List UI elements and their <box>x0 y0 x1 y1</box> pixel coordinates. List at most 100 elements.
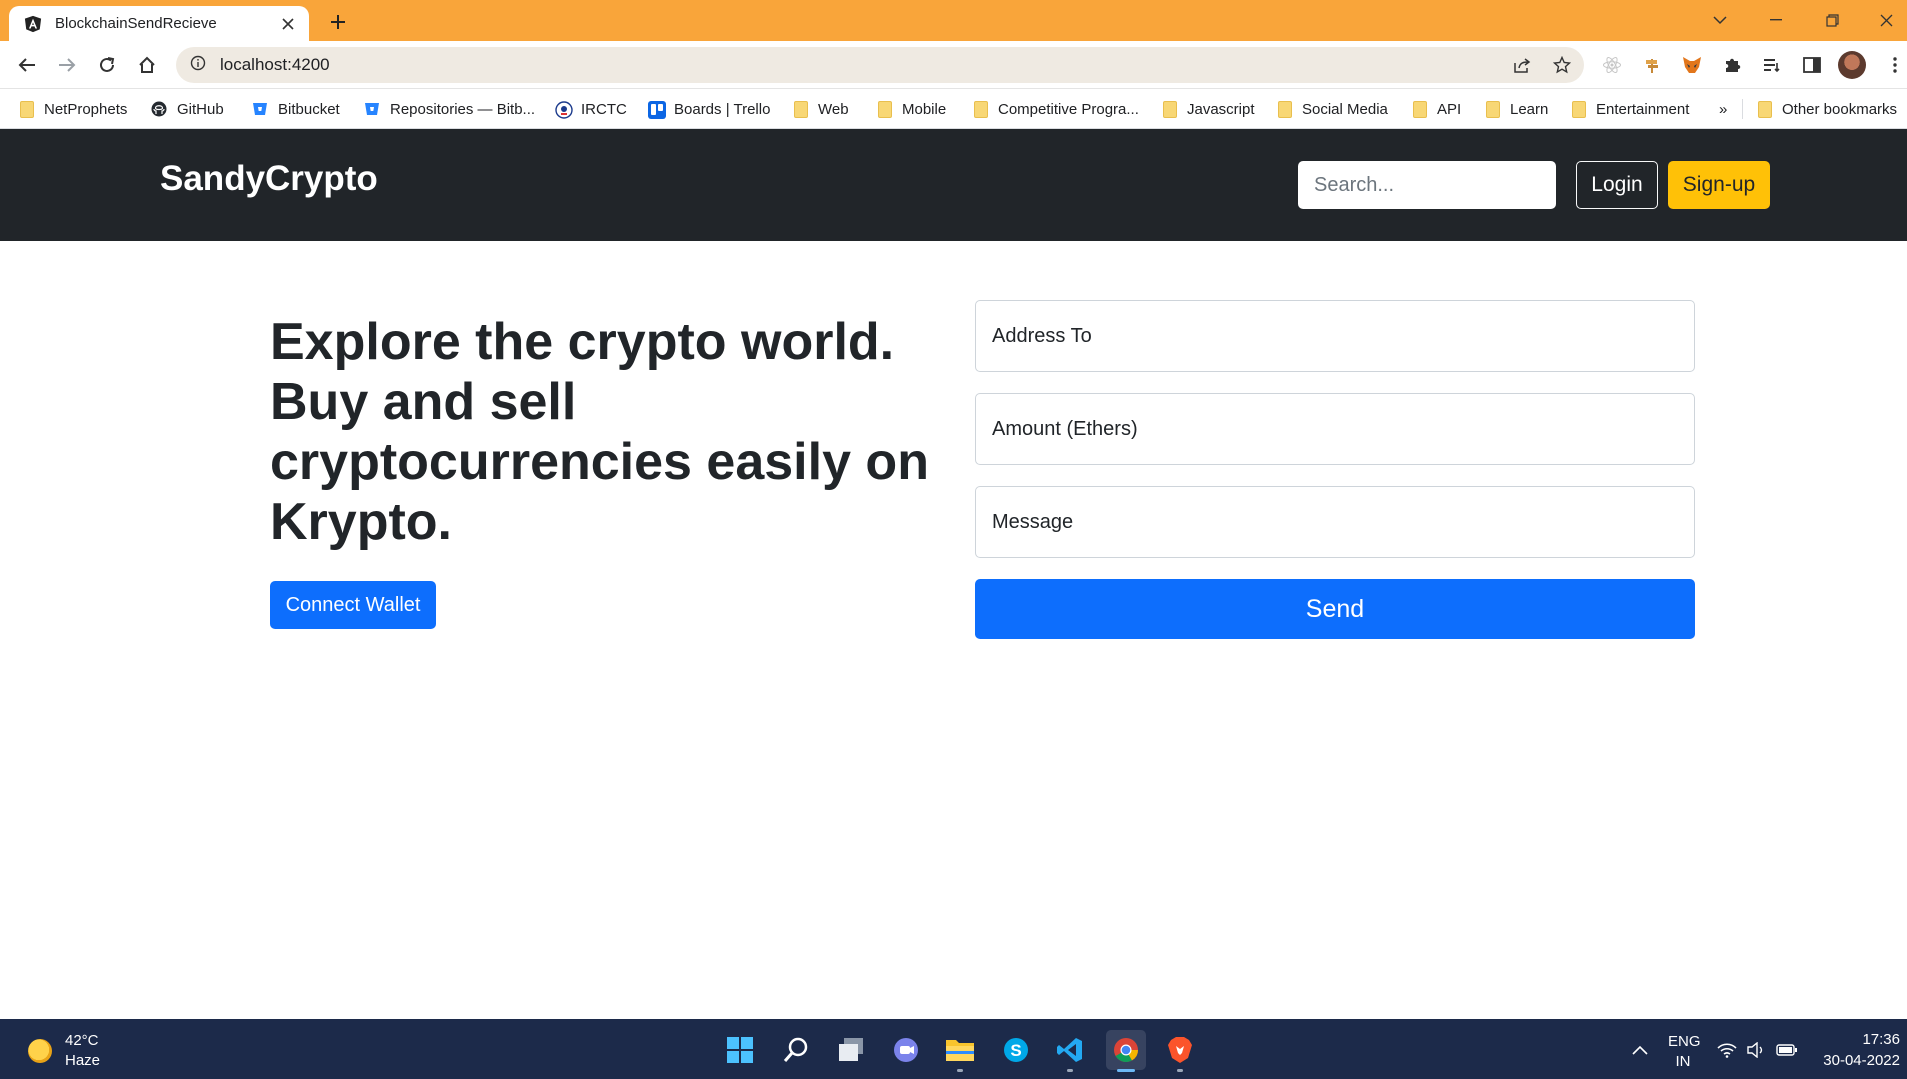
weather-temperature[interactable]: 42°C <box>65 1032 99 1049</box>
login-button[interactable]: Login <box>1576 161 1658 209</box>
metamask-fox-icon[interactable] <box>1677 50 1707 80</box>
bookmark-netprophets[interactable]: NetProphets <box>20 97 127 121</box>
bookmark-label: Boards | Trello <box>674 100 771 118</box>
folder-icon <box>1572 100 1586 118</box>
bookmark-label: Repositories — Bitb... <box>390 100 536 118</box>
weather-description[interactable]: Haze <box>65 1052 100 1069</box>
folder-icon <box>1413 100 1427 118</box>
minimize-icon[interactable] <box>1756 4 1796 36</box>
clock-time[interactable]: 17:36 <box>1808 1031 1900 1048</box>
bookmarks-divider <box>1742 99 1743 119</box>
restore-icon[interactable] <box>1812 4 1852 36</box>
search-input[interactable] <box>1298 161 1556 209</box>
site-info-icon[interactable] <box>190 55 206 76</box>
bookmark-label: API <box>1437 100 1462 118</box>
side-panel-icon[interactable] <box>1797 50 1827 80</box>
teams-chat-icon[interactable] <box>886 1030 926 1070</box>
url-text: localhost:4200 <box>220 55 330 74</box>
task-view-icon[interactable] <box>831 1030 871 1070</box>
bookmark-label: Javascript <box>1187 100 1255 118</box>
weather-sun-icon[interactable] <box>28 1039 52 1063</box>
bookmark-label: Entertainment <box>1596 100 1690 118</box>
send-button[interactable]: Send <box>975 579 1695 639</box>
forward-arrow-icon[interactable] <box>51 49 83 81</box>
volume-icon[interactable] <box>1742 1030 1772 1070</box>
region-indicator[interactable]: IN <box>1668 1053 1698 1070</box>
bookmark-learn[interactable]: Learn <box>1486 97 1548 121</box>
windows-taskbar: 42°C Haze S ENG IN 17:36 30-04-2022 <box>0 1019 1907 1079</box>
folder-icon <box>1278 100 1292 118</box>
running-indicator <box>1177 1069 1183 1072</box>
bookmarks-overflow-button[interactable]: » <box>1719 97 1727 121</box>
browser-menu-kebab-icon[interactable] <box>1880 50 1907 80</box>
tab-close-icon[interactable] <box>277 13 299 35</box>
window-close-icon[interactable] <box>1866 4 1906 36</box>
bookmark-repositories[interactable]: Repositories — Bitb... <box>364 97 535 121</box>
back-arrow-icon[interactable] <box>11 49 43 81</box>
bookmark-label: Competitive Progra... <box>998 100 1139 118</box>
browser-tab-active[interactable]: BlockchainSendRecieve <box>9 6 309 41</box>
folder-icon <box>20 100 34 118</box>
tab-search-chevron-icon[interactable] <box>1700 4 1740 36</box>
vscode-icon[interactable] <box>1050 1030 1090 1072</box>
connect-wallet-button[interactable]: Connect Wallet <box>270 581 436 629</box>
clock-date[interactable]: 30-04-2022 <box>1808 1052 1900 1069</box>
message-field[interactable] <box>975 486 1695 558</box>
amount-field[interactable] <box>975 393 1695 465</box>
folder-icon <box>1163 100 1177 118</box>
signpost-extension-icon[interactable] <box>1637 50 1667 80</box>
folder-icon <box>878 100 892 118</box>
skype-icon[interactable]: S <box>996 1030 1036 1070</box>
bookmark-api[interactable]: API <box>1413 97 1461 121</box>
bitbucket-icon <box>364 101 380 117</box>
bookmark-label: Other bookmarks <box>1782 100 1898 118</box>
bookmark-label: Web <box>818 100 849 118</box>
running-indicator <box>1067 1069 1073 1072</box>
react-devtools-icon[interactable] <box>1597 50 1627 80</box>
signup-button[interactable]: Sign-up <box>1668 161 1770 209</box>
bookmark-github[interactable]: GitHub <box>151 97 224 121</box>
bookmark-competitive[interactable]: Competitive Progra... <box>974 97 1139 121</box>
bookmark-javascript[interactable]: Javascript <box>1163 97 1255 121</box>
battery-icon[interactable] <box>1772 1030 1802 1070</box>
bookmark-web[interactable]: Web <box>794 97 849 121</box>
profile-avatar[interactable] <box>1838 51 1866 79</box>
bookmark-label: Learn <box>1510 100 1549 118</box>
new-tab-plus-icon[interactable] <box>324 8 352 36</box>
chrome-icon[interactable] <box>1106 1030 1146 1072</box>
folder-icon <box>794 100 808 118</box>
bookmark-label: NetProphets <box>44 100 128 118</box>
address-bar[interactable]: localhost:4200 <box>176 47 1584 83</box>
reload-icon[interactable] <box>91 49 123 81</box>
search-icon[interactable] <box>776 1030 816 1070</box>
github-icon <box>151 101 167 117</box>
bookmark-irctc[interactable]: IRCTC <box>555 97 627 121</box>
trello-icon <box>648 101 666 119</box>
bookmark-trello[interactable]: Boards | Trello <box>648 97 770 121</box>
tray-chevron-up-icon[interactable] <box>1620 1030 1660 1070</box>
browser-toolbar: localhost:4200 <box>0 41 1907 89</box>
home-icon[interactable] <box>131 49 163 81</box>
bookmark-label: IRCTC <box>581 100 627 118</box>
bookmark-label: Mobile <box>902 100 947 118</box>
tab-title: BlockchainSendRecieve <box>55 15 217 32</box>
extensions-puzzle-icon[interactable] <box>1717 50 1747 80</box>
bookmark-star-icon[interactable] <box>1546 49 1578 81</box>
running-indicator <box>957 1069 963 1072</box>
windows-start-icon[interactable] <box>720 1030 760 1070</box>
brand-logo[interactable]: SandyCrypto <box>160 159 378 199</box>
share-icon[interactable] <box>1506 49 1538 81</box>
bookmark-other-bookmarks[interactable]: Other bookmarks <box>1758 97 1897 121</box>
bookmark-bitbucket[interactable]: Bitbucket <box>252 97 340 121</box>
reading-list-icon[interactable] <box>1757 50 1787 80</box>
brave-icon[interactable] <box>1160 1030 1200 1072</box>
file-explorer-icon[interactable] <box>940 1030 980 1072</box>
wifi-icon[interactable] <box>1712 1030 1742 1070</box>
language-indicator[interactable]: ENG <box>1668 1033 1701 1050</box>
bookmark-label: GitHub <box>177 100 224 118</box>
angular-favicon-icon <box>23 14 43 34</box>
bookmark-mobile[interactable]: Mobile <box>878 97 946 121</box>
address-to-field[interactable] <box>975 300 1695 372</box>
bookmark-social-media[interactable]: Social Media <box>1278 97 1388 121</box>
bookmark-entertainment[interactable]: Entertainment <box>1572 97 1689 121</box>
